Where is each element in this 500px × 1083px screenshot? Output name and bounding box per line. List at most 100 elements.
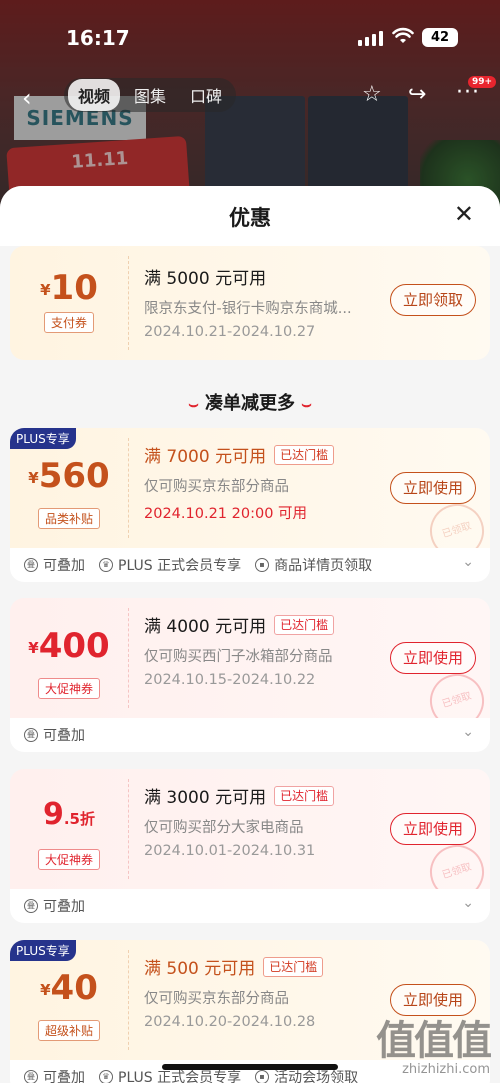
section-title-text: 凑单减更多	[205, 393, 295, 414]
coupon-value: ¥400 大促神券	[10, 598, 128, 718]
coupon-card: ¥400 大促神券 满 4000 元可用 已达门槛 仅可购买西门子冰箱部分商品 2…	[10, 598, 490, 752]
coupon-info: 满 3000 元可用 已达门槛 仅可购买部分大家电商品 2024.10.01-20…	[144, 783, 380, 859]
coupon-body: 9.5折 大促神券 满 3000 元可用 已达门槛 仅可购买部分大家电商品 202…	[10, 769, 490, 907]
currency-symbol: ¥	[28, 469, 39, 487]
close-icon[interactable]: ✕	[454, 202, 474, 226]
currency-symbol: ¥	[40, 981, 51, 999]
coupon-info: 满 500 元可用 已达门槛 仅可购买京东部分商品 2024.10.20-2024…	[144, 954, 380, 1030]
sheet-title: 优惠	[229, 206, 271, 230]
coupon-threshold: 满 500 元可用	[144, 959, 256, 979]
stack-icon: 叠	[24, 728, 38, 742]
threshold-reached-tag: 已达门槛	[274, 444, 335, 465]
coupon-divider	[128, 608, 129, 708]
favorite-star-icon[interactable]: ☆	[362, 82, 382, 107]
coupon-type-tag: 大促神券	[37, 678, 101, 699]
chevron-down-icon[interactable]: ⌄	[462, 895, 474, 911]
coupon-card: 9.5折 大促神券 满 3000 元可用 已达门槛 仅可购买部分大家电商品 202…	[10, 769, 490, 923]
threshold-reached-tag: 已达门槛	[274, 614, 335, 635]
coupon-threshold: 满 7000 元可用	[144, 447, 267, 467]
coupon-type-tag: 品类补贴	[37, 508, 101, 529]
coupon-amount: 400	[38, 626, 110, 666]
threshold-reached-tag: 已达门槛	[263, 956, 324, 977]
use-coupon-button[interactable]: 立即使用	[390, 984, 476, 1016]
media-tabs: 视频 图集 口碑	[64, 78, 237, 112]
coupon-amount: 40	[50, 968, 98, 1008]
footer-item: 叠可叠加	[24, 1067, 85, 1083]
chevron-down-icon[interactable]: ⌄	[462, 554, 474, 570]
cellular-signal-icon	[358, 30, 383, 46]
stack-icon: 叠	[24, 1070, 38, 1083]
use-coupon-button[interactable]: 立即使用	[390, 813, 476, 845]
crown-icon: ♛	[99, 558, 113, 572]
use-coupon-button[interactable]: 立即使用	[390, 472, 476, 504]
status-bar: 16:17 42	[0, 0, 500, 76]
footer-item-label: 商品详情页领取	[274, 558, 373, 574]
coupon-amount: 10	[50, 268, 98, 308]
footer-item-label: 可叠加	[43, 558, 85, 574]
coupon-validity: 2024.10.21 20:00 可用	[144, 506, 308, 522]
discount-suffix: .5折	[63, 810, 95, 828]
footer-item-label: 可叠加	[43, 899, 85, 915]
coupon-scope: 仅可购买京东部分商品	[144, 479, 289, 495]
coupon-type-tag: 大促神券	[37, 849, 101, 870]
coupon-type-tag: 支付券	[43, 312, 95, 333]
tab-gallery[interactable]: 图集	[124, 79, 176, 111]
decor-curve-icon: ⌣	[301, 394, 312, 413]
coupon-scope: 仅可购买西门子冰箱部分商品	[144, 649, 333, 665]
product-top-nav: ‹ 视频 图集 口碑 ☆ ↪ ··· 99+	[0, 76, 500, 114]
coupon-divider	[128, 950, 129, 1050]
coupon-threshold: 满 4000 元可用	[144, 617, 267, 637]
stack-icon: 叠	[24, 558, 38, 572]
coupon-value: ¥10 支付券	[10, 246, 128, 360]
footer-item: ♛ PLUS 正式会员专享	[99, 555, 241, 575]
tab-reviews[interactable]: 口碑	[180, 79, 232, 111]
claim-coupon-button[interactable]: 立即领取	[390, 284, 476, 316]
coupon-validity: 2024.10.01-2024.10.31	[144, 843, 316, 859]
plus-exclusive-badge: PLUS专享	[10, 428, 76, 449]
use-coupon-button[interactable]: 立即使用	[390, 642, 476, 674]
coupon-type-tag: 超级补贴	[37, 1020, 101, 1041]
decor-curve-icon: ⌣	[188, 394, 199, 413]
wifi-icon	[392, 27, 414, 43]
home-indicator[interactable]	[162, 1064, 338, 1070]
watermark-logo: 值值值	[376, 1018, 492, 1064]
coupon-validity: 2024.10.20-2024.10.28	[144, 1014, 316, 1030]
coupon-footer: 叠可叠加 ⌄	[10, 889, 490, 923]
share-icon[interactable]: ↪	[408, 82, 426, 107]
coupon-footer: 叠可叠加 ⌄	[10, 718, 490, 752]
tab-video[interactable]: 视频	[68, 79, 121, 111]
status-time: 16:17	[66, 26, 130, 50]
coupon-body: ¥560 品类补贴 满 7000 元可用 已达门槛 仅可购买京东部分商品 2024…	[10, 428, 490, 566]
coupon-scope: 仅可购买部分大家电商品	[144, 820, 304, 836]
coupon-info: 满 4000 元可用 已达门槛 仅可购买西门子冰箱部分商品 2024.10.15-…	[144, 612, 380, 688]
footer-item: 叠可叠加	[24, 555, 85, 575]
footer-item-label: 可叠加	[43, 1070, 85, 1083]
threshold-reached-tag: 已达门槛	[274, 785, 335, 806]
coupon-scope: 仅可购买京东部分商品	[144, 991, 289, 1007]
coupon-sheet: 优惠 ✕ ¥10 支付券 满 5000 元可用 限京东支付-银行卡购京东商城..…	[0, 186, 500, 1083]
coupon-divider	[128, 438, 129, 538]
coupon-info: 满 5000 元可用 限京东支付-银行卡购京东商城... 2024.10.21-…	[144, 264, 374, 340]
coupon-divider	[128, 256, 129, 350]
coupon-threshold: 满 3000 元可用	[144, 788, 267, 808]
coupon-info: 满 7000 元可用 已达门槛 仅可购买京东部分商品 2024.10.21 20:…	[144, 442, 380, 523]
coupon-footer: 叠可叠加 ♛ PLUS 正式会员专享 ▪ 商品详情页领取 ⌄	[10, 548, 490, 582]
message-count-badge: 99+	[468, 76, 497, 88]
chevron-down-icon[interactable]: ⌄	[462, 724, 474, 740]
watermark: 值值值 zhizhizhi.com	[376, 1018, 492, 1077]
back-icon[interactable]: ‹	[22, 84, 32, 112]
coupon-threshold: 满 5000 元可用	[144, 269, 267, 289]
crown-icon: ♛	[99, 1070, 113, 1083]
coupon-body: ¥400 大促神券 满 4000 元可用 已达门槛 仅可购买西门子冰箱部分商品 2…	[10, 598, 490, 736]
coupon-divider	[128, 779, 129, 879]
battery-icon: 42	[422, 28, 458, 47]
plus-exclusive-badge: PLUS专享	[10, 940, 76, 961]
sheet-header: 优惠 ✕	[0, 186, 500, 246]
footer-item: 叠可叠加	[24, 896, 85, 916]
watermark-url: zhizhizhi.com	[402, 1062, 490, 1077]
stack-icon: 叠	[24, 899, 38, 913]
currency-symbol: ¥	[28, 639, 39, 657]
footer-item: 叠可叠加	[24, 725, 85, 745]
coupon-scope: 限京东支付-银行卡购京东商城...	[144, 301, 352, 317]
footer-item: ▪ 商品详情页领取	[255, 555, 372, 575]
